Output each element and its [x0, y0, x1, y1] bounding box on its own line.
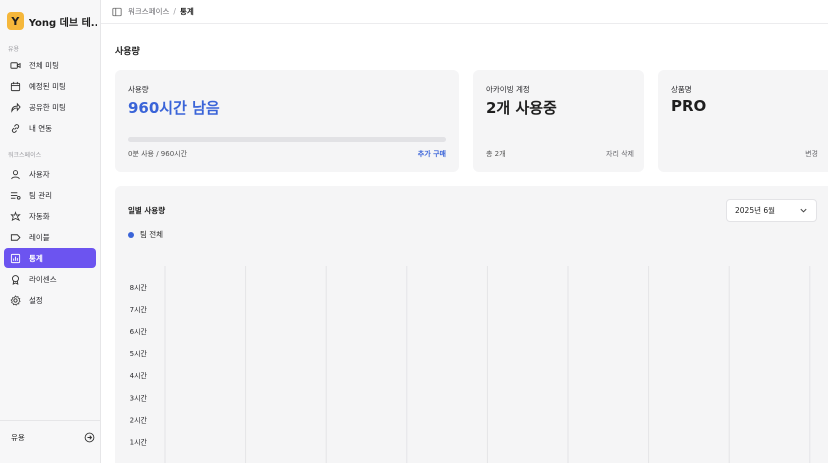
plan-card-label: 상품명	[671, 85, 692, 94]
y-tick-label: 8시간	[130, 283, 148, 292]
section-label-usage: 유용	[8, 46, 20, 53]
gear-icon	[10, 294, 21, 306]
sidebar-item-label: 자동화	[29, 211, 50, 221]
breadcrumb-workspace[interactable]: 워크스페이스	[128, 6, 169, 17]
user-icon	[11, 169, 20, 179]
usage-toggle[interactable]: 유용	[11, 430, 95, 444]
sidebar-item-label: 사용자	[29, 169, 50, 179]
workspace-name: Yong 데브 테...	[28, 17, 97, 29]
sidebar-item-users[interactable]: 사용자	[4, 164, 96, 184]
share-icon	[11, 102, 21, 113]
daily-usage-card: 1시간 2시간 3시간 4시간 5시간 6시간 7시간 8시간 일별 사용량 2025년 6월…	[115, 186, 828, 463]
workspace-logo: Y	[7, 12, 24, 30]
month-select-value: 2025년 6월	[735, 206, 776, 215]
sidebar-item-automation[interactable]: 자동화	[4, 206, 96, 226]
usage-card-label: 사용량	[128, 85, 149, 94]
y-tick-label: 5시간	[130, 349, 148, 358]
sidebar-item-all-meetings[interactable]: 전체 미팅	[4, 55, 96, 75]
legend-dot	[128, 231, 134, 238]
team-list-icon	[10, 191, 21, 200]
tag-icon	[10, 233, 21, 241]
y-tick-label: 3시간	[130, 393, 148, 402]
sidebar-item-label: 전체 미팅	[29, 60, 59, 70]
workspace-switcher[interactable]: Y Yong 데브 테...	[7, 11, 97, 31]
chevron-down-icon	[800, 208, 807, 213]
topbar: 워크스페이스 / 통계	[101, 0, 828, 24]
usage-footer-label: 유용	[11, 432, 25, 442]
usage-progress-bar	[128, 137, 446, 142]
y-tick-label: 2시간	[130, 415, 148, 424]
link-icon	[11, 123, 20, 133]
archiving-value: 2개 사용중	[486, 99, 557, 117]
usage-card: 사용량 960시간 남음 0분 사용 / 960시간 추가 구매	[115, 70, 459, 172]
usage-used-text: 0분 사용 / 960시간	[128, 150, 188, 158]
archiving-total: 총 2개	[486, 150, 506, 158]
sidebar: Y Yong 데브 테... 유용 전체 미팅 예정된 미팅 공유한 미팅 내 …	[0, 0, 101, 463]
page-title: 사용량	[115, 47, 140, 57]
sidebar-item-label: 내 연동	[29, 123, 53, 133]
remove-seat-link[interactable]: 자리 삭제	[606, 149, 634, 159]
daily-usage-title: 일별 사용량	[128, 206, 166, 215]
plan-card: 상품명 PRO 변경	[658, 70, 828, 172]
sidebar-item-labels[interactable]: 레이블	[4, 227, 96, 247]
video-icon	[10, 61, 21, 69]
sidebar-item-scheduled-meetings[interactable]: 예정된 미팅	[4, 76, 96, 96]
chart-legend: 팀 전체	[128, 229, 163, 240]
y-tick-label: 1시간	[130, 438, 148, 447]
archiving-card: 아카이빙 계정 2개 사용중 총 2개 자리 삭제	[473, 70, 644, 172]
daily-usage-chart: 1시간 2시간 3시간 4시간 5시간 6시간 7시간 8시간	[130, 266, 811, 463]
sidebar-toggle-icon[interactable]	[112, 7, 122, 17]
sidebar-item-statistics[interactable]: 통계	[4, 248, 96, 268]
sidebar-item-my-integrations[interactable]: 내 연동	[4, 118, 96, 138]
usage-remaining-value: 960시간 남음	[128, 99, 220, 117]
stats-icon	[10, 253, 21, 263]
breadcrumb-separator: /	[173, 7, 176, 16]
sidebar-item-settings[interactable]: 설정	[4, 290, 96, 310]
legend-label: 팀 전체	[140, 230, 164, 239]
plan-value: PRO	[671, 97, 707, 115]
section-label-workspace: 워크스페이스	[8, 152, 42, 159]
y-tick-label: 4시간	[130, 371, 148, 380]
sidebar-item-label: 라이센스	[29, 274, 57, 284]
breadcrumb-current: 통계	[179, 7, 194, 16]
y-tick-label: 7시간	[130, 305, 148, 314]
arrow-circle-icon	[84, 432, 95, 442]
license-icon	[12, 274, 19, 285]
change-plan-link[interactable]: 변경	[805, 149, 818, 159]
calendar-icon	[10, 81, 21, 91]
sidebar-item-team-management[interactable]: 팀 관리	[4, 185, 96, 205]
month-select[interactable]: 2025년 6월	[726, 199, 817, 222]
sidebar-item-label: 설정	[29, 295, 43, 305]
sidebar-footer: 유용	[0, 420, 101, 463]
sidebar-item-label: 예정된 미팅	[29, 81, 66, 91]
sidebar-item-label: 공유한 미팅	[29, 102, 66, 112]
sidebar-item-shared-meetings[interactable]: 공유한 미팅	[4, 97, 96, 117]
sidebar-item-label: 레이블	[29, 232, 50, 242]
automation-icon	[10, 210, 21, 221]
sidebar-item-license[interactable]: 라이센스	[4, 269, 96, 289]
sidebar-item-label: 팀 관리	[29, 190, 53, 200]
y-tick-label: 6시간	[130, 327, 148, 336]
buy-more-link[interactable]: 추가 구매	[418, 149, 446, 159]
archiving-card-label: 아카이빙 계정	[486, 85, 530, 94]
sidebar-item-label: 통계	[29, 253, 43, 263]
